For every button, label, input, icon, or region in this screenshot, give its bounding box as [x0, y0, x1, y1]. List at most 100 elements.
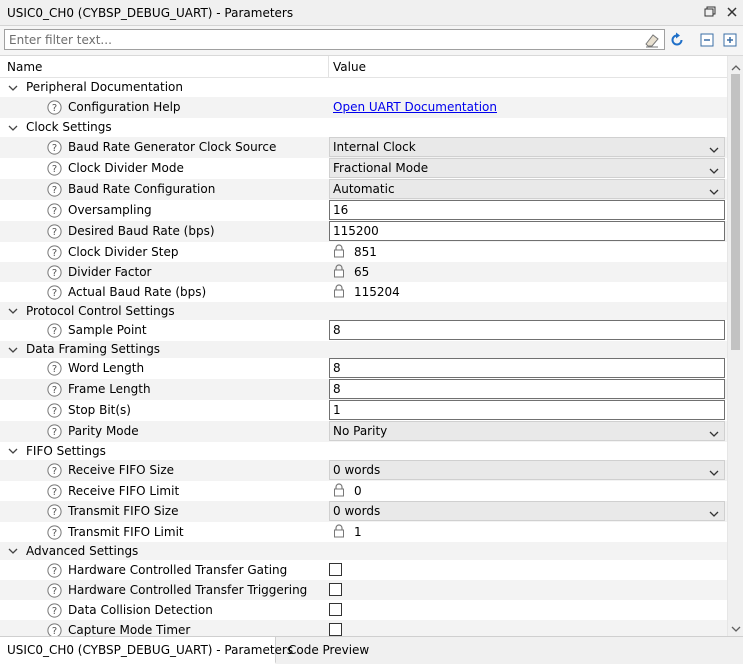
category-row[interactable]: FIFO Settings [0, 442, 727, 460]
category-row[interactable]: Advanced Settings [0, 542, 727, 560]
tab-parameters[interactable]: USIC0_CH0 (CYBSP_DEBUG_UART) - Parameter… [0, 637, 293, 664]
param-row[interactable]: ? Oversampling 16 [0, 200, 727, 221]
category-label: Advanced Settings [26, 544, 139, 558]
param-row[interactable]: ? Configuration Help Open UART Documenta… [0, 97, 727, 118]
help-icon[interactable]: ? [47, 182, 62, 197]
category-row[interactable]: Peripheral Documentation [0, 78, 727, 97]
value-input[interactable]: 8 [329, 379, 725, 399]
readonly-value: 0 [354, 484, 362, 498]
chevron-down-icon[interactable] [709, 164, 719, 174]
value-dropdown[interactable]: Internal Clock [329, 137, 725, 157]
filter-input[interactable] [4, 29, 665, 50]
help-icon[interactable]: ? [47, 382, 62, 397]
chevron-down-icon[interactable] [709, 427, 719, 437]
help-icon[interactable]: ? [47, 100, 62, 115]
help-icon[interactable]: ? [47, 265, 62, 280]
chevron-down-icon[interactable] [7, 545, 19, 557]
param-row[interactable]: ? Transmit FIFO Limit 1 [0, 522, 727, 542]
help-icon[interactable]: ? [47, 424, 62, 439]
help-icon[interactable]: ? [47, 525, 62, 540]
value-dropdown[interactable]: Automatic [329, 179, 725, 199]
category-row[interactable]: Clock Settings [0, 118, 727, 137]
value-input[interactable]: 8 [329, 320, 725, 340]
value-dropdown[interactable]: No Parity [329, 421, 725, 441]
param-row[interactable]: ? Baud Rate Configuration Automatic [0, 179, 727, 200]
help-icon[interactable]: ? [47, 603, 62, 618]
param-row[interactable]: ? Frame Length 8 [0, 379, 727, 400]
expand-all-icon[interactable] [722, 32, 738, 48]
refresh-icon[interactable] [669, 32, 685, 48]
chevron-down-icon[interactable] [7, 445, 19, 457]
param-row[interactable]: ? Sample Point 8 [0, 320, 727, 341]
close-icon[interactable] [724, 4, 740, 20]
scroll-up-icon[interactable] [731, 61, 741, 71]
param-checkbox[interactable] [329, 623, 342, 636]
param-row[interactable]: ? Parity Mode No Parity [0, 421, 727, 442]
scrollbar-thumb[interactable] [731, 74, 740, 350]
param-row[interactable]: ? Data Collision Detection [0, 600, 727, 620]
chevron-down-icon[interactable] [709, 185, 719, 195]
scroll-down-icon[interactable] [731, 622, 741, 632]
param-row[interactable]: ? Divider Factor 65 [0, 262, 727, 282]
param-row[interactable]: ? Stop Bit(s) 1 [0, 400, 727, 421]
eraser-icon[interactable] [644, 32, 660, 48]
collapse-all-icon[interactable] [699, 32, 715, 48]
help-icon[interactable]: ? [47, 161, 62, 176]
param-checkbox[interactable] [329, 563, 342, 576]
help-icon[interactable]: ? [47, 361, 62, 376]
help-icon[interactable]: ? [47, 484, 62, 499]
param-row[interactable]: ? Receive FIFO Size 0 words [0, 460, 727, 481]
help-icon[interactable]: ? [47, 224, 62, 239]
svg-text:?: ? [52, 566, 57, 577]
value-input[interactable]: 1 [329, 400, 725, 420]
value-input[interactable]: 16 [329, 200, 725, 220]
param-row[interactable]: ? Hardware Controlled Transfer Triggerin… [0, 580, 727, 600]
column-separator[interactable] [328, 56, 329, 77]
param-label: Sample Point [68, 323, 147, 337]
value-dropdown[interactable]: Fractional Mode [329, 158, 725, 178]
help-icon[interactable]: ? [47, 583, 62, 598]
readonly-value: 115204 [354, 285, 400, 299]
chevron-down-icon[interactable] [7, 82, 19, 94]
name-column-header[interactable]: Name [7, 60, 42, 74]
help-icon[interactable]: ? [47, 563, 62, 578]
help-icon[interactable]: ? [47, 140, 62, 155]
param-row[interactable]: ? Capture Mode Timer [0, 620, 727, 636]
help-icon[interactable]: ? [47, 245, 62, 260]
param-row[interactable]: ? Receive FIFO Limit 0 [0, 481, 727, 501]
chevron-down-icon[interactable] [7, 305, 19, 317]
chevron-down-icon[interactable] [709, 507, 719, 517]
value-dropdown[interactable]: 0 words [329, 501, 725, 521]
chevron-down-icon[interactable] [7, 344, 19, 356]
value-dropdown[interactable]: 0 words [329, 460, 725, 480]
help-icon[interactable]: ? [47, 623, 62, 636]
param-row[interactable]: ? Desired Baud Rate (bps) 115200 [0, 221, 727, 242]
param-row[interactable]: ? Transmit FIFO Size 0 words [0, 501, 727, 522]
help-icon[interactable]: ? [47, 463, 62, 478]
param-row[interactable]: ? Clock Divider Mode Fractional Mode [0, 158, 727, 179]
param-checkbox[interactable] [329, 583, 342, 596]
param-row[interactable]: ? Actual Baud Rate (bps) 115204 [0, 282, 727, 302]
value-column-header[interactable]: Value [333, 60, 366, 74]
restore-icon[interactable] [702, 4, 718, 20]
param-row[interactable]: ? Clock Divider Step 851 [0, 242, 727, 262]
param-row[interactable]: ? Hardware Controlled Transfer Gating [0, 560, 727, 580]
category-row[interactable]: Protocol Control Settings [0, 302, 727, 320]
documentation-link[interactable]: Open UART Documentation [333, 100, 497, 114]
help-icon[interactable]: ? [47, 323, 62, 338]
vertical-scrollbar[interactable] [727, 56, 743, 636]
param-row[interactable]: ? Baud Rate Generator Clock Source Inter… [0, 137, 727, 158]
chevron-down-icon[interactable] [7, 122, 19, 134]
chevron-down-icon[interactable] [709, 143, 719, 153]
value-input[interactable]: 115200 [329, 221, 725, 241]
help-icon[interactable]: ? [47, 403, 62, 418]
value-input[interactable]: 8 [329, 358, 725, 378]
help-icon[interactable]: ? [47, 285, 62, 300]
category-row[interactable]: Data Framing Settings [0, 341, 727, 358]
help-icon[interactable]: ? [47, 504, 62, 519]
tab-code-preview[interactable]: Code Preview [276, 637, 372, 664]
param-row[interactable]: ? Word Length 8 [0, 358, 727, 379]
help-icon[interactable]: ? [47, 203, 62, 218]
chevron-down-icon[interactable] [709, 466, 719, 476]
param-checkbox[interactable] [329, 603, 342, 616]
